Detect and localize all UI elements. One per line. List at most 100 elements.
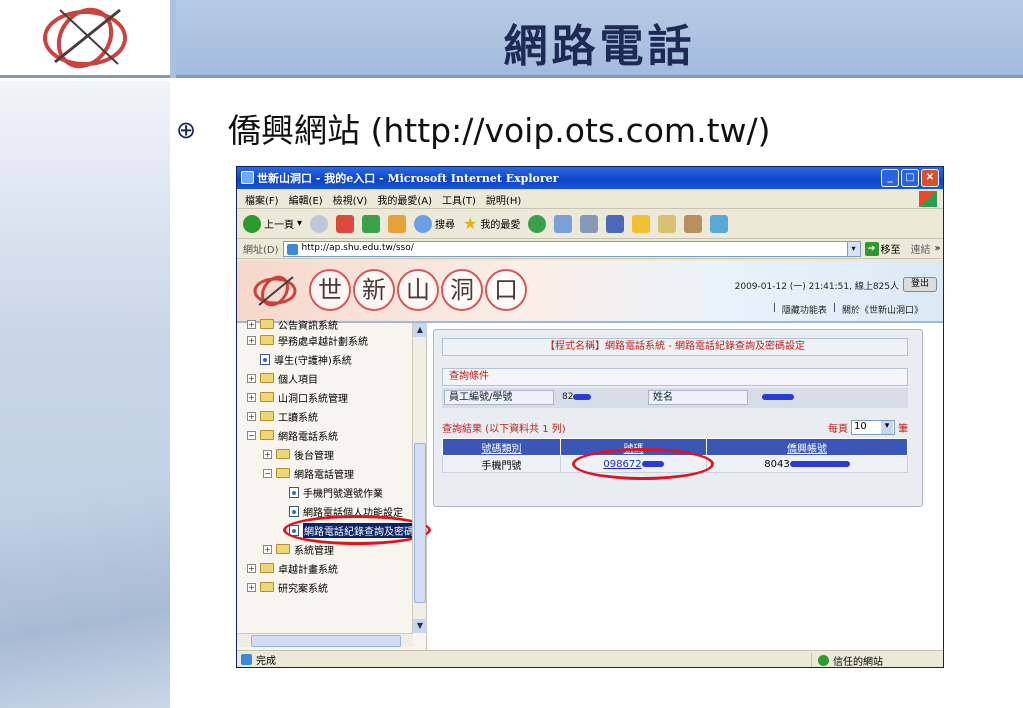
messenger-icon[interactable] bbox=[710, 214, 729, 233]
logout-button[interactable]: 登出 bbox=[903, 277, 937, 292]
back-label: 上一頁 bbox=[264, 220, 294, 231]
ie-icon bbox=[241, 171, 254, 184]
folder-icon[interactable] bbox=[632, 214, 651, 233]
hide-menu-link[interactable]: 隱藏功能表 bbox=[782, 303, 827, 316]
favorites-button[interactable]: ★ 我的最愛 bbox=[463, 214, 520, 233]
expand-icon[interactable]: + bbox=[247, 373, 256, 383]
tree-item[interactable]: + 後台管理 bbox=[263, 445, 334, 463]
mail-icon[interactable] bbox=[554, 214, 573, 233]
tree-item[interactable]: 手機門號選號作業 bbox=[289, 483, 383, 501]
tree-item[interactable]: − 網路電話管理 bbox=[263, 464, 354, 482]
open-folder-icon bbox=[276, 468, 290, 478]
menu-file[interactable]: 檔案(F) bbox=[245, 192, 279, 208]
search-label: 搜尋 bbox=[435, 220, 456, 231]
address-label: 網址(D) bbox=[243, 245, 279, 256]
page-icon bbox=[289, 486, 299, 498]
per-page-suffix: 筆 bbox=[898, 424, 908, 435]
print-icon[interactable] bbox=[580, 214, 599, 233]
expand-icon[interactable]: + bbox=[247, 582, 256, 592]
per-page-label: 每頁 bbox=[828, 424, 848, 435]
site-name: 世 新 山 洞 口 bbox=[309, 269, 527, 311]
history-icon[interactable] bbox=[528, 214, 547, 233]
conditions-header: 查詢條件 bbox=[442, 368, 908, 386]
address-input[interactable]: http://ap.shu.edu.tw/sso/ bbox=[282, 240, 848, 257]
scroll-thumb[interactable] bbox=[414, 443, 426, 603]
scroll-thumb[interactable] bbox=[251, 635, 401, 647]
tree-vertical-scrollbar[interactable]: ▲ ▼ bbox=[412, 323, 427, 633]
column-header[interactable]: 僑興帳號 bbox=[706, 438, 908, 456]
emp-id-label: 員工編號/學號 bbox=[444, 390, 554, 405]
tree-item[interactable]: + 山洞口系統管理 bbox=[247, 388, 348, 406]
menu-favorites[interactable]: 我的最愛(A) bbox=[377, 192, 432, 208]
highlight-oval bbox=[283, 515, 431, 545]
refresh-icon[interactable] bbox=[362, 214, 381, 233]
folder-icon bbox=[260, 319, 274, 329]
back-button[interactable]: 上一頁 ▾ bbox=[243, 214, 302, 233]
research-icon[interactable] bbox=[658, 214, 677, 233]
word-icon[interactable] bbox=[606, 214, 625, 233]
site-char: 口 bbox=[485, 269, 527, 311]
scroll-down-icon[interactable]: ▼ bbox=[413, 619, 427, 633]
scroll-up-icon[interactable]: ▲ bbox=[413, 323, 427, 337]
folder-icon bbox=[260, 582, 274, 592]
minimize-button[interactable]: _ bbox=[881, 169, 899, 187]
stop-icon[interactable] bbox=[336, 214, 355, 233]
close-button[interactable]: ✕ bbox=[921, 169, 939, 187]
tree-horizontal-scrollbar[interactable] bbox=[237, 633, 413, 647]
folder-icon bbox=[260, 411, 274, 421]
column-header[interactable]: 號碼類別 bbox=[442, 438, 561, 456]
about-link[interactable]: 關於《世新山洞口》 bbox=[842, 303, 923, 316]
links-chevron-icon[interactable]: » bbox=[935, 243, 941, 254]
expand-icon[interactable]: + bbox=[263, 449, 272, 459]
web-content: 世 新 山 洞 口 2009-01-12 (一) 21:41:51, 線上825… bbox=[237, 261, 943, 651]
address-dropdown-button[interactable]: ▾ bbox=[846, 240, 861, 257]
folder-icon bbox=[260, 373, 274, 383]
expand-icon[interactable]: + bbox=[247, 392, 256, 402]
results-header: 查詢結果 (以下資料共 1 列) 每頁 10 筆 bbox=[442, 420, 908, 436]
bullet-icon: ⊕ bbox=[176, 116, 197, 144]
open-folder-icon bbox=[260, 430, 274, 440]
expand-icon[interactable]: + bbox=[247, 563, 256, 573]
chevron-down-icon[interactable]: ▾ bbox=[297, 218, 302, 229]
browser-window: 世新山洞口 - 我的e入口 - Microsoft Internet Explo… bbox=[236, 166, 944, 668]
expand-icon[interactable]: + bbox=[263, 544, 272, 554]
menu-tools[interactable]: 工具(T) bbox=[442, 192, 476, 208]
table-cell: 手機門號 bbox=[442, 455, 561, 473]
page-icon bbox=[289, 505, 299, 517]
tree-item[interactable]: − 網路電話系統 bbox=[247, 426, 338, 444]
tree-item[interactable]: + 卓越計畫系統 bbox=[247, 559, 338, 577]
expand-icon[interactable]: + bbox=[247, 335, 256, 345]
search-button[interactable]: 搜尋 bbox=[414, 214, 456, 233]
favorites-label: 我的最愛 bbox=[480, 220, 521, 231]
tree-item[interactable]: + 工讀系統 bbox=[247, 407, 318, 425]
links-label[interactable]: 連結 bbox=[911, 241, 931, 256]
back-arrow-icon bbox=[243, 214, 261, 233]
folder-icon bbox=[260, 563, 274, 573]
tree-item[interactable]: + 學務處卓越計劃系統 bbox=[247, 331, 368, 349]
expand-icon[interactable]: + bbox=[247, 319, 256, 329]
site-char: 洞 bbox=[441, 269, 483, 311]
star-icon: ★ bbox=[463, 214, 478, 233]
tree-item[interactable]: + 個人項目 bbox=[247, 369, 318, 387]
expand-icon[interactable]: + bbox=[247, 411, 256, 421]
collapse-icon[interactable]: − bbox=[263, 468, 272, 478]
folder-icon bbox=[260, 392, 274, 402]
program-title: 【程式名稱】網路電話系統 - 網路電話紀錄查詢及密碼設定 bbox=[442, 338, 908, 356]
menu-view[interactable]: 檢視(V) bbox=[333, 192, 368, 208]
tree-item[interactable]: 導生(守護神)系統 bbox=[260, 350, 352, 368]
forward-arrow-icon[interactable] bbox=[310, 214, 329, 233]
toolbar: 上一頁 ▾ 搜尋 ★ 我的最愛 bbox=[237, 209, 943, 239]
home-icon[interactable] bbox=[388, 214, 407, 233]
window-titlebar[interactable]: 世新山洞口 - 我的e入口 - Microsoft Internet Explo… bbox=[237, 167, 943, 189]
discuss-icon[interactable] bbox=[684, 214, 703, 233]
zone-label: 信任的網站 bbox=[833, 657, 883, 668]
collapse-icon[interactable]: − bbox=[247, 430, 256, 440]
per-page-select[interactable]: 10 bbox=[851, 420, 895, 435]
maximize-button[interactable]: □ bbox=[901, 169, 919, 187]
results-label: 查詢結果 (以下資料共 1 列) bbox=[442, 424, 566, 435]
go-button[interactable]: ➔ 移至 bbox=[864, 241, 901, 256]
menu-help[interactable]: 說明(H) bbox=[486, 192, 521, 208]
menu-edit[interactable]: 編輯(E) bbox=[289, 192, 323, 208]
tree-item[interactable]: + 研究案系統 bbox=[247, 578, 328, 596]
emp-id-value: 82 bbox=[562, 392, 592, 402]
